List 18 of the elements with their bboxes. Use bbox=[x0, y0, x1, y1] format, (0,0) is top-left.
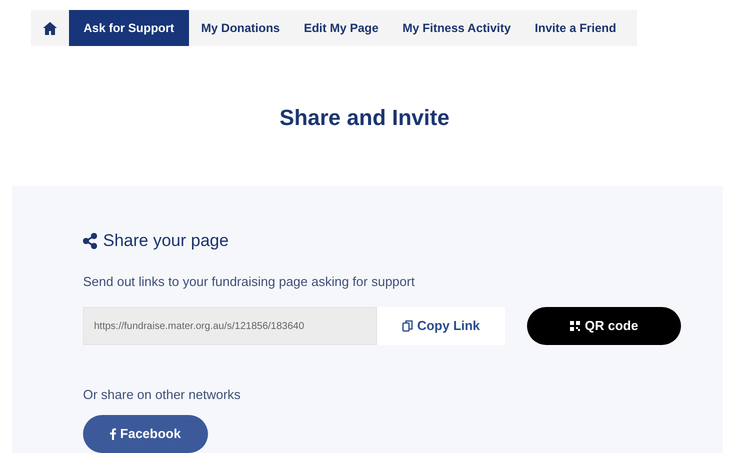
copy-icon bbox=[402, 320, 414, 332]
link-field[interactable]: https://fundraise.mater.org.au/s/121856/183640 bbox=[83, 307, 377, 345]
page-heading: Share and Invite bbox=[278, 104, 450, 132]
networks-label: Or share on other networks bbox=[83, 386, 242, 404]
copy-link-button[interactable]: Copy Link bbox=[377, 307, 505, 345]
nav-tab[interactable]: My Donations bbox=[189, 10, 292, 46]
facebook-icon bbox=[110, 428, 116, 440]
share-icon bbox=[83, 232, 97, 249]
nav-tab[interactable]: Ask for Support bbox=[68, 10, 190, 46]
nav-tab[interactable]: Edit My Page bbox=[292, 10, 391, 46]
nav-tab[interactable]: My Fitness Activity bbox=[390, 10, 523, 46]
qr-code-icon bbox=[570, 321, 580, 331]
home-icon bbox=[42, 22, 56, 34]
section-title: Share your page bbox=[103, 230, 229, 252]
qr-code-button[interactable]: QR code bbox=[527, 307, 681, 345]
facebook-button[interactable]: Facebook bbox=[83, 414, 208, 452]
section-description: Send out links to your fundraising page asking for support bbox=[83, 272, 416, 291]
nav-tab[interactable]: Invite a Friend bbox=[522, 10, 628, 46]
